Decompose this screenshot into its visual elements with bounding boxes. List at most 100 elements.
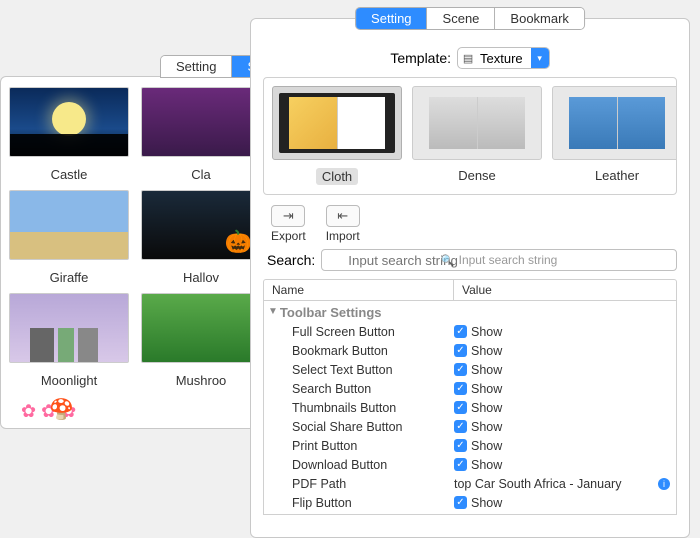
settings-row[interactable]: Full Screen Button✓ Show (264, 322, 676, 341)
tab-scene[interactable]: Scene (428, 8, 496, 29)
setting-value[interactable]: ✓ Show (454, 363, 676, 377)
back-window: Castle Cla Giraffe Hallov Moonlight Mush… (0, 76, 280, 429)
template-item-cloth[interactable]: Cloth (272, 86, 402, 186)
scene-label: Giraffe (9, 270, 129, 285)
setting-value-text: Show (471, 496, 502, 510)
settings-row[interactable]: Thumbnails Button✓ Show (264, 398, 676, 417)
scene-item-giraffe[interactable]: Giraffe (9, 190, 129, 285)
template-row: Template: ▤ Texture ▾ (263, 47, 677, 69)
group-title: Toolbar Settings (280, 305, 382, 320)
settings-row[interactable]: Bookmark Button✓ Show (264, 341, 676, 360)
setting-value[interactable]: ✓ Show (454, 325, 676, 339)
checkbox-checked-icon[interactable]: ✓ (454, 458, 467, 471)
export-icon: ⇥ (271, 205, 305, 227)
group-toolbar-settings[interactable]: ▼ Toolbar Settings (264, 303, 676, 322)
setting-name: Download Button (264, 458, 454, 472)
template-item-leather[interactable]: Leather (552, 86, 677, 186)
template-label: Template: (390, 50, 451, 66)
settings-row[interactable]: Download Button✓ Show (264, 455, 676, 474)
scene-item-castle[interactable]: Castle (9, 87, 129, 182)
settings-row[interactable]: Flip Button✓ Show (264, 493, 676, 512)
scene-item-moonlight[interactable]: Moonlight (9, 293, 129, 388)
search-input[interactable] (321, 249, 677, 271)
tab-setting[interactable]: Setting (356, 8, 427, 29)
checkbox-checked-icon[interactable]: ✓ (454, 344, 467, 357)
front-window-tabs: Setting Scene Bookmark (355, 7, 585, 30)
search-label: Search: (267, 252, 315, 268)
setting-name: Select Text Button (264, 363, 454, 377)
search-row: Search: 🔍 Input search string (267, 249, 677, 271)
import-button[interactable]: ⇤ Import (326, 205, 360, 243)
checkbox-checked-icon[interactable]: ✓ (454, 439, 467, 452)
setting-name: Print Button (264, 439, 454, 453)
col-value[interactable]: Value (454, 280, 676, 300)
setting-value-text: Show (471, 325, 502, 339)
template-thumb-cloth (272, 86, 402, 160)
setting-name: PDF Path (264, 477, 454, 491)
setting-value-text: Show (471, 401, 502, 415)
setting-value-text: Show (471, 420, 502, 434)
settings-table-body: ▼ Toolbar Settings Full Screen Button✓Sh… (263, 301, 677, 515)
template-select-value: Texture (478, 51, 531, 66)
setting-value[interactable]: ✓ Show (454, 458, 676, 472)
setting-name: Bookmark Button (264, 344, 454, 358)
export-label: Export (271, 229, 306, 243)
scene-item-classic[interactable]: Cla (141, 87, 261, 182)
settings-table-header: Name Value (263, 279, 677, 301)
setting-name: Flip Button (264, 496, 454, 510)
scene-label: Hallov (141, 270, 261, 285)
setting-value-text: Show (471, 382, 502, 396)
back-tab-setting[interactable]: Setting (161, 56, 232, 77)
setting-value[interactable]: ✓ Show (454, 420, 676, 434)
scene-item-halloween[interactable]: Hallov (141, 190, 261, 285)
setting-value-text: Show (471, 439, 502, 453)
setting-value-text: top Car South Africa - January (454, 477, 621, 491)
scene-label: Cla (141, 167, 261, 182)
setting-value-text: Show (471, 363, 502, 377)
setting-name: Thumbnails Button (264, 401, 454, 415)
template-list: Cloth Dense Leather (263, 77, 677, 195)
checkbox-checked-icon[interactable]: ✓ (454, 382, 467, 395)
template-select-icon: ▤ (458, 52, 478, 65)
setting-value-text: Show (471, 458, 502, 472)
checkbox-checked-icon[interactable]: ✓ (454, 325, 467, 338)
template-item-dense[interactable]: Dense (412, 86, 542, 186)
setting-value[interactable]: ✓ Show (454, 401, 676, 415)
info-icon[interactable]: i (658, 478, 670, 490)
setting-value[interactable]: ✓ Show (454, 496, 676, 510)
setting-name: Full Screen Button (264, 325, 454, 339)
front-window: Setting Scene Bookmark Template: ▤ Textu… (250, 18, 690, 538)
setting-value[interactable]: ✓ Show (454, 382, 676, 396)
setting-value-text: Show (471, 344, 502, 358)
checkbox-checked-icon[interactable]: ✓ (454, 496, 467, 509)
settings-row[interactable]: Social Share Button✓ Show (264, 417, 676, 436)
settings-row[interactable]: Select Text Button✓ Show (264, 360, 676, 379)
settings-row[interactable]: Print Button✓ Show (264, 436, 676, 455)
disclosure-triangle-icon: ▼ (268, 306, 278, 317)
scene-item-mushroom[interactable]: Mushroo (141, 293, 261, 388)
import-icon: ⇤ (326, 205, 360, 227)
scene-label: Castle (9, 167, 129, 182)
setting-value[interactable]: ✓ Show (454, 344, 676, 358)
checkbox-checked-icon[interactable]: ✓ (454, 420, 467, 433)
setting-name: Search Button (264, 382, 454, 396)
export-import-row: ⇥ Export ⇤ Import (271, 205, 677, 243)
tab-bookmark[interactable]: Bookmark (495, 8, 584, 29)
col-name[interactable]: Name (264, 280, 454, 300)
chevron-updown-icon: ▾ (531, 48, 549, 68)
scene-label: Mushroo (141, 373, 261, 388)
template-label: Cloth (316, 168, 358, 185)
setting-value[interactable]: ✓ Show (454, 439, 676, 453)
setting-value[interactable]: top Car South Africa - January (454, 477, 676, 491)
export-button[interactable]: ⇥ Export (271, 205, 306, 243)
scene-thumb-classic (141, 87, 261, 157)
settings-row[interactable]: i PDF Pathtop Car South Africa - January (264, 474, 676, 493)
template-thumb-dense (412, 86, 542, 160)
import-label: Import (326, 229, 360, 243)
template-select[interactable]: ▤ Texture ▾ (457, 47, 550, 69)
checkbox-checked-icon[interactable]: ✓ (454, 363, 467, 376)
settings-row[interactable]: Search Button✓ Show (264, 379, 676, 398)
scene-label: Moonlight (9, 373, 129, 388)
checkbox-checked-icon[interactable]: ✓ (454, 401, 467, 414)
setting-name: Social Share Button (264, 420, 454, 434)
